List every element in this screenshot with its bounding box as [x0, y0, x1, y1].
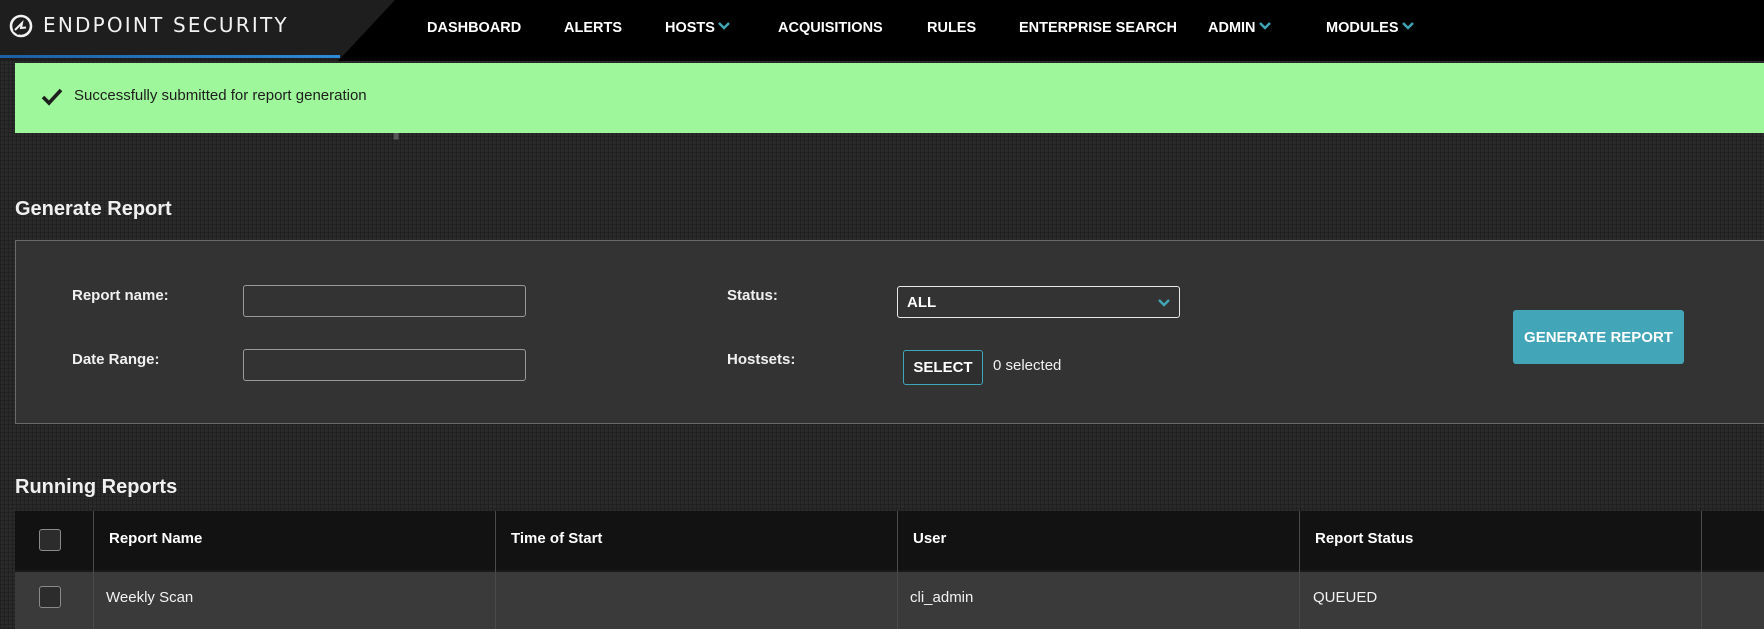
toast-message: Successfully submitted for report genera… [74, 87, 367, 104]
nav-dashboard[interactable]: DASHBOARD [427, 20, 521, 36]
brand-title: ENDPOINT SECURITY [43, 13, 289, 37]
nav-hosts[interactable]: HOSTS [665, 20, 730, 36]
nav-modules[interactable]: MODULES [1326, 20, 1414, 36]
nav-rules[interactable]: RULES [927, 20, 976, 36]
top-navigation-bar: ENDPOINT SECURITY DASHBOARD ALERTS HOSTS… [0, 0, 1764, 61]
table-header-row: Report Name Time of Start User Report St… [15, 511, 1764, 570]
generate-report-heading: Generate Report [15, 198, 172, 220]
running-reports-heading: Running Reports [15, 476, 178, 498]
chevron-down-icon [718, 22, 730, 30]
status-label: Status: [727, 287, 778, 304]
table-row[interactable]: Weekly Scan cli_admin QUEUED [15, 570, 1764, 629]
nav-dashboard-label: DASHBOARD [427, 20, 522, 36]
nav-alerts-label: ALERTS [564, 20, 622, 36]
row-checkbox[interactable] [39, 586, 61, 608]
generate-report-button[interactable]: GENERATE REPORT [1513, 310, 1684, 364]
nav-modules-label: MODULES [1326, 20, 1399, 36]
status-select[interactable]: ALL [897, 286, 1180, 318]
column-divider [495, 511, 496, 629]
endpoint-logo-icon [9, 14, 33, 38]
report-name-input[interactable] [243, 285, 526, 317]
cell-user: cli_admin [910, 589, 974, 606]
column-header-report-status[interactable]: Report Status [1315, 530, 1413, 547]
success-toast[interactable]: Successfully submitted for report genera… [15, 63, 1764, 133]
nav-rules-label: RULES [927, 20, 977, 36]
nav-acquisitions[interactable]: ACQUISITIONS [778, 20, 883, 36]
brand-area[interactable]: ENDPOINT SECURITY [0, 0, 395, 61]
hostsets-selected-count: 0 selected [993, 357, 1062, 374]
nav-alerts[interactable]: ALERTS [564, 20, 622, 36]
nav-hosts-label: HOSTS [665, 20, 715, 36]
cell-report-status: QUEUED [1313, 589, 1378, 606]
nav-enterprise-search-label: ENTERPRISE SEARCH [1019, 20, 1177, 36]
checkmark-icon [41, 88, 63, 106]
column-divider [1701, 511, 1702, 629]
report-name-label: Report name: [72, 287, 169, 304]
column-header-time-of-start[interactable]: Time of Start [511, 530, 602, 547]
chevron-down-icon [1158, 299, 1170, 307]
chevron-down-icon [1258, 22, 1271, 30]
cell-report-name: Weekly Scan [106, 589, 194, 606]
date-range-input[interactable] [243, 349, 526, 381]
nav-admin[interactable]: ADMIN [1208, 20, 1271, 36]
brand-accent-stripe [0, 55, 340, 58]
status-select-value: ALL [907, 294, 937, 311]
column-divider [897, 511, 898, 629]
column-divider [93, 511, 94, 629]
hostsets-label: Hostsets: [727, 351, 796, 368]
chevron-down-icon [1401, 22, 1414, 30]
column-header-report-name[interactable]: Report Name [109, 530, 202, 547]
nav-acquisitions-label: ACQUISITIONS [778, 20, 883, 36]
column-divider [1299, 511, 1300, 629]
select-all-checkbox[interactable] [39, 529, 61, 551]
column-header-user[interactable]: User [913, 530, 946, 547]
nav-enterprise-search[interactable]: ENTERPRISE SEARCH [1019, 20, 1177, 36]
nav-admin-label: ADMIN [1208, 20, 1256, 36]
running-reports-table: Report Name Time of Start User Report St… [15, 511, 1764, 629]
generate-report-panel [15, 240, 1764, 424]
date-range-label: Date Range: [72, 351, 160, 368]
hostsets-select-button[interactable]: SELECT [903, 350, 983, 385]
